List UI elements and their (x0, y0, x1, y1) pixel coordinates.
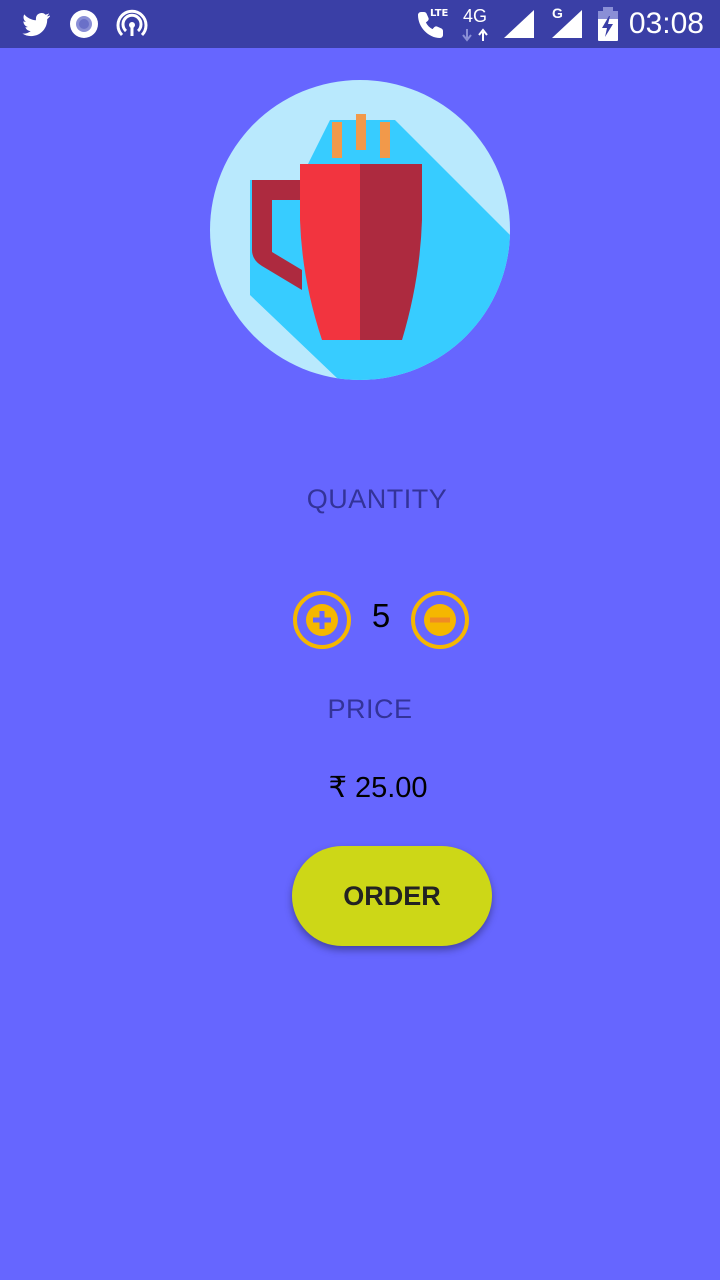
quantity-label: QUANTITY (306, 484, 448, 514)
network-type-label: 4G (463, 6, 488, 26)
signal-icon-2 (552, 10, 582, 38)
battery-charging-icon (598, 7, 618, 41)
quantity-value: 5 (371, 597, 391, 634)
minus-circle-icon (411, 591, 469, 649)
decrement-button[interactable] (410, 590, 470, 650)
order-button[interactable]: ORDER (292, 846, 492, 946)
price-label: PRICE (327, 694, 413, 724)
status-bar: LTE 4G G 03:08 (0, 0, 720, 48)
signal-icon (504, 10, 534, 38)
increment-button[interactable] (292, 590, 352, 650)
coffee-mug-icon (210, 80, 510, 380)
plus-circle-icon (293, 591, 351, 649)
lte-label: LTE (430, 8, 449, 19)
hotspot-icon (116, 9, 148, 37)
price-value: ₹ 25.00 (328, 772, 428, 804)
status-clock: 03:08 (628, 7, 704, 40)
twitter-icon (22, 13, 50, 37)
circle-notification-icon (70, 10, 98, 38)
data-arrows-icon (462, 28, 488, 42)
